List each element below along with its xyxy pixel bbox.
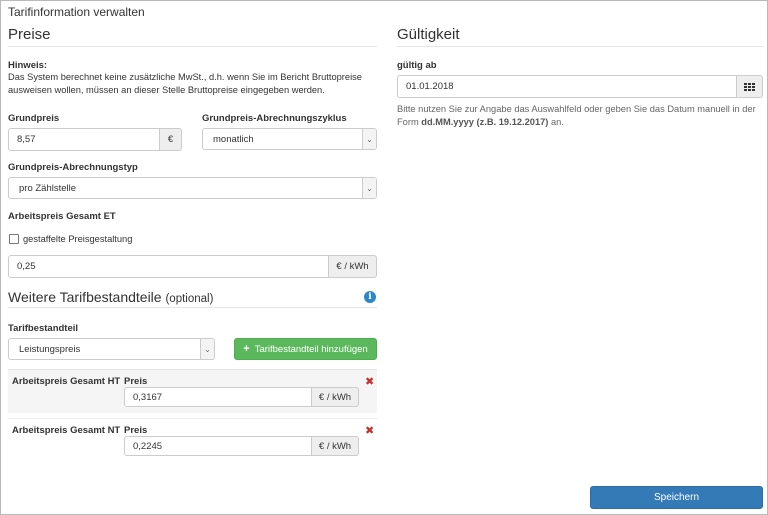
- gueltig-ab-date-input[interactable]: 01.01.2018: [397, 75, 737, 98]
- save-button[interactable]: Speichern: [590, 486, 763, 509]
- typ-label: Grundpreis-Abrechnungstyp: [8, 162, 138, 173]
- plus-icon: +: [243, 343, 250, 355]
- preise-divider: [8, 46, 377, 47]
- gueltigkeit-divider: [397, 46, 763, 47]
- weitere-heading-suffix: (optional): [165, 293, 214, 305]
- row-ht-unit: € / kWh: [311, 387, 359, 407]
- help-format: dd.MM.yyyy (z.B. 19.12.2017): [421, 117, 549, 127]
- bestandteil-label: Tarifbestandteil: [8, 323, 79, 334]
- arbeitspreis-unit: € / kWh: [328, 255, 377, 278]
- remove-row-ht-icon[interactable]: ✖: [365, 375, 374, 388]
- typ-selected-value: pro Zählstelle: [19, 182, 77, 194]
- row-ht-preis-input[interactable]: 0,3167: [124, 387, 312, 407]
- preise-heading: Preise: [8, 26, 51, 43]
- row-nt-name: Arbeitspreis Gesamt NT: [12, 425, 121, 436]
- chevron-down-icon[interactable]: ⌄: [200, 339, 214, 359]
- dialog-frame: Tarifinformation verwalten Preise Hinwei…: [0, 0, 768, 515]
- gueltigkeit-heading: Gültigkeit: [397, 26, 460, 43]
- add-bestandteil-label: Tarifbestandteil hinzufügen: [254, 343, 368, 355]
- chevron-down-icon[interactable]: ⌄: [362, 178, 376, 198]
- weitere-heading-text: Weitere Tarifbestandteile: [8, 289, 162, 305]
- row-nt-preis-input[interactable]: 0,2245: [124, 436, 312, 456]
- gueltigkeit-help-line-1: Bitte nutzen Sie zur Angabe das Auswahlf…: [397, 104, 756, 114]
- grundpreis-label: Grundpreis: [8, 113, 60, 124]
- gestaffelt-checkbox[interactable]: [9, 234, 19, 244]
- dialog-title: Tarifinformation verwalten: [8, 5, 145, 19]
- bestandteil-select[interactable]: Leistungspreis ⌄: [8, 338, 215, 360]
- row-ht-name: Arbeitspreis Gesamt HT: [12, 376, 121, 387]
- weitere-heading: Weitere Tarifbestandteile (optional): [8, 289, 213, 305]
- hint-label: Hinweis:: [8, 60, 48, 71]
- grundpreis-unit: €: [159, 128, 182, 151]
- remove-row-nt-icon[interactable]: ✖: [365, 424, 374, 437]
- grundpreis-input[interactable]: 8,57: [8, 128, 160, 151]
- weitere-divider: [8, 307, 377, 308]
- help-prefix: Form: [397, 117, 422, 127]
- calendar-icon[interactable]: [736, 75, 763, 98]
- zyklus-label: Grundpreis-Abrechnungszyklus: [202, 113, 347, 124]
- zyklus-selected-value: monatlich: [213, 133, 254, 145]
- hint-text-line-1: Das System berechnet keine zusätzliche M…: [8, 72, 362, 82]
- add-bestandteil-button[interactable]: + Tarifbestandteil hinzufügen: [234, 338, 377, 360]
- info-icon[interactable]: i: [364, 291, 376, 303]
- gestaffelt-label: gestaffelte Preisgestaltung: [23, 234, 133, 244]
- row-nt-unit: € / kWh: [311, 436, 359, 456]
- gueltig-ab-label: gültig ab: [397, 60, 437, 71]
- bestandteil-selected-value: Leistungspreis: [19, 343, 81, 355]
- help-suffix: an.: [548, 117, 564, 127]
- typ-select[interactable]: pro Zählstelle ⌄: [8, 177, 377, 199]
- chevron-down-icon[interactable]: ⌄: [362, 129, 376, 149]
- gueltigkeit-help-line-2: Form dd.MM.yyyy (z.B. 19.12.2017) an.: [397, 116, 765, 129]
- zyklus-select[interactable]: monatlich ⌄: [202, 128, 377, 150]
- row-nt-preis-label: Preis: [124, 425, 148, 436]
- arbeitspreis-label: Arbeitspreis Gesamt ET: [8, 211, 116, 222]
- row-ht-preis-label: Preis: [124, 376, 148, 387]
- hint-text-line-2: ausweisen wollen, müssen an dieser Stell…: [8, 85, 325, 95]
- arbeitspreis-input[interactable]: 0,25: [8, 255, 329, 278]
